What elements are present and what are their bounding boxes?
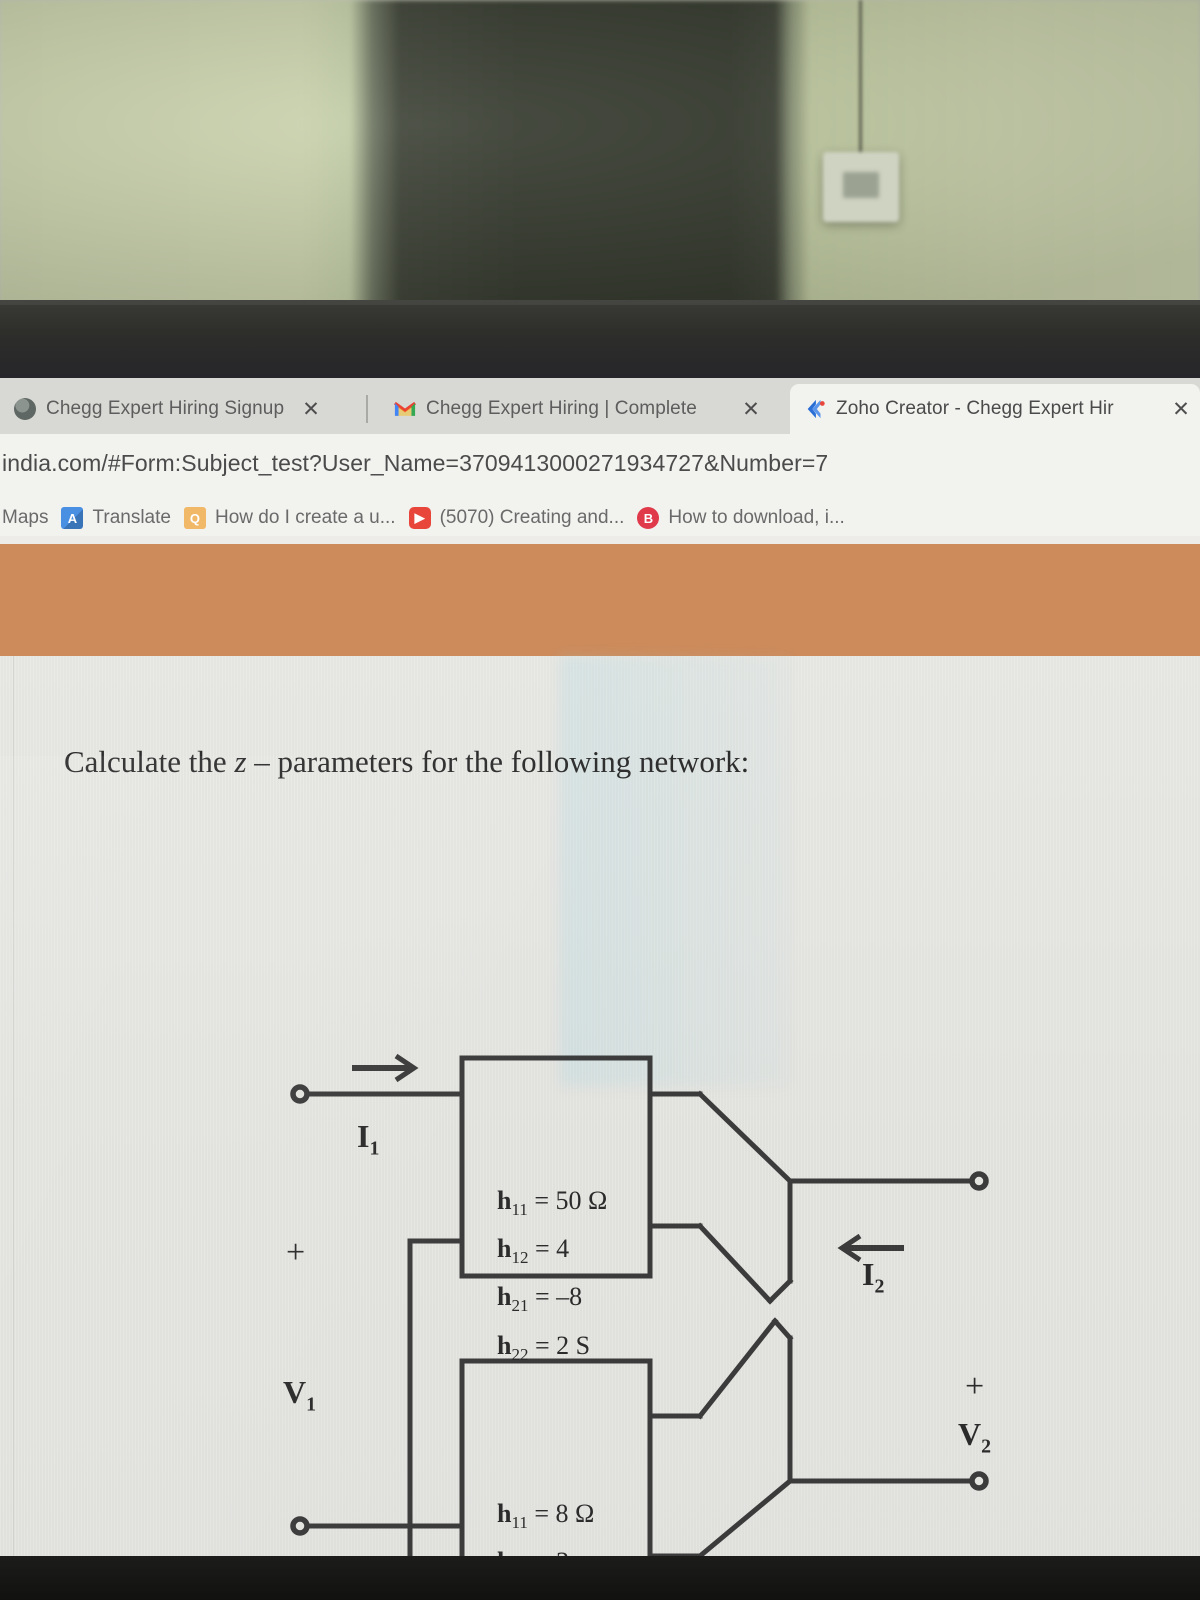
browser-tab-chegg-complete[interactable]: Chegg Expert Hiring | Complete ✕ xyxy=(380,384,770,434)
chegg-icon xyxy=(14,398,36,420)
h-parameter-block-top: h11 = 50 Ω h12 = 4 h21 = –8 h22 = 2 S xyxy=(497,1181,607,1374)
browser-tab-zoho-creator[interactable]: Zoho Creator - Chegg Expert Hir ✕ xyxy=(790,384,1200,434)
current-i2-label: I2 xyxy=(862,1256,884,1298)
h11-value: = 8 Ω xyxy=(534,1499,595,1528)
v1-sub: 1 xyxy=(306,1393,317,1416)
polarity-plus-input: + xyxy=(286,1234,306,1271)
monitor-bottom-bezel xyxy=(0,1556,1200,1600)
tab-title: Zoho Creator - Chegg Expert Hir xyxy=(836,398,1114,419)
h12-line: h12 = 4 xyxy=(497,1229,607,1277)
h11-sub: 11 xyxy=(511,1200,528,1220)
translate-icon: A xyxy=(61,507,84,529)
tab-title: Chegg Expert Hiring Signup xyxy=(46,398,285,419)
quora-glyph: Q xyxy=(189,510,201,526)
bookmark-youtube[interactable]: ▶ (5070) Creating and... xyxy=(408,507,638,529)
translate-glyph: A xyxy=(67,510,78,526)
h21-symbol: h xyxy=(497,1282,512,1312)
brainly-icon: B xyxy=(637,507,660,529)
voltage-v1-label: V1 xyxy=(283,1374,316,1416)
light-switch-rocker xyxy=(843,172,879,198)
h21-line: h21 = –8 xyxy=(497,1277,607,1325)
tab-separator xyxy=(366,395,368,423)
room-shading xyxy=(0,0,1200,312)
play-glyph: ▶ xyxy=(414,510,425,525)
bookmark-maps[interactable]: Maps xyxy=(0,507,61,529)
bookmark-label: How to download, i... xyxy=(668,507,845,528)
page-header-banner xyxy=(0,536,1200,656)
i1-symbol: I xyxy=(357,1118,370,1154)
bookmark-label: (5070) Creating and... xyxy=(439,507,625,528)
browser-tab-strip: Chegg Expert Hiring Signup ✕ Chegg Exper… xyxy=(0,378,1200,434)
i2-symbol: I xyxy=(862,1256,875,1292)
h12-sub: 12 xyxy=(511,1248,529,1268)
h21-value: = –8 xyxy=(534,1282,583,1312)
v1-symbol: V xyxy=(283,1374,307,1410)
h11-sub: 11 xyxy=(511,1513,528,1533)
circuit-diagram xyxy=(290,1053,989,1600)
monitor-top-bezel xyxy=(0,300,1200,378)
bookmark-quora[interactable]: Q How do I create a u... xyxy=(183,507,409,529)
v2-sub: 2 xyxy=(981,1435,992,1458)
bookmark-label: How do I create a u... xyxy=(214,507,396,528)
youtube-icon: ▶ xyxy=(408,507,431,529)
question-content-area: Calculate the z – parameters for the fol… xyxy=(0,656,1200,1600)
h22-symbol: h xyxy=(497,1330,512,1360)
h22-value: = 2 S xyxy=(534,1330,591,1360)
voltage-v2-label: V2 xyxy=(958,1416,991,1458)
tab-title: Chegg Expert Hiring | Complete xyxy=(426,398,697,419)
url-text: india.com/#Form:Subject_test?User_Name=3… xyxy=(2,449,829,476)
browser-tab-chegg-signup[interactable]: Chegg Expert Hiring Signup ✕ xyxy=(0,384,330,434)
quora-icon: Q xyxy=(183,507,206,529)
screenshot-root: Chegg Expert Hiring Signup ✕ Chegg Exper… xyxy=(0,0,1200,1600)
zoho-icon xyxy=(804,398,826,420)
h12-value: = 4 xyxy=(534,1234,570,1264)
monitor-screen: Chegg Expert Hiring Signup ✕ Chegg Exper… xyxy=(0,378,1200,1600)
bookmark-brainly[interactable]: B How to download, i... xyxy=(637,507,857,529)
h21-sub: 21 xyxy=(511,1296,529,1316)
pull-cord xyxy=(859,0,862,160)
gmail-icon xyxy=(394,398,416,420)
h11-symbol: h xyxy=(497,1186,512,1215)
i1-sub: 1 xyxy=(369,1137,380,1160)
bookmark-translate[interactable]: A Translate xyxy=(61,507,184,529)
brainly-glyph: B xyxy=(643,510,654,526)
i2-sub: 2 xyxy=(874,1275,885,1298)
h22-line: h22 = 2 S xyxy=(497,1326,607,1374)
current-i1-label: I1 xyxy=(357,1118,379,1160)
v2-symbol: V xyxy=(958,1416,982,1452)
h11-value: = 50 Ω xyxy=(534,1186,608,1215)
address-bar[interactable]: india.com/#Form:Subject_test?User_Name=3… xyxy=(0,434,1200,492)
h11-line: h11 = 8 Ω xyxy=(497,1494,594,1542)
h11-symbol: h xyxy=(497,1499,512,1528)
bookmark-label: Maps xyxy=(2,507,49,528)
close-icon[interactable]: ✕ xyxy=(294,397,320,422)
close-icon[interactable]: ✕ xyxy=(734,397,760,422)
polarity-plus-output: + xyxy=(965,1368,985,1405)
bookmark-label: Translate xyxy=(92,507,171,528)
h22-sub: 22 xyxy=(511,1344,529,1364)
h11-line: h11 = 50 Ω xyxy=(497,1181,607,1229)
close-icon[interactable]: ✕ xyxy=(1164,397,1190,422)
h12-symbol: h xyxy=(497,1234,512,1264)
